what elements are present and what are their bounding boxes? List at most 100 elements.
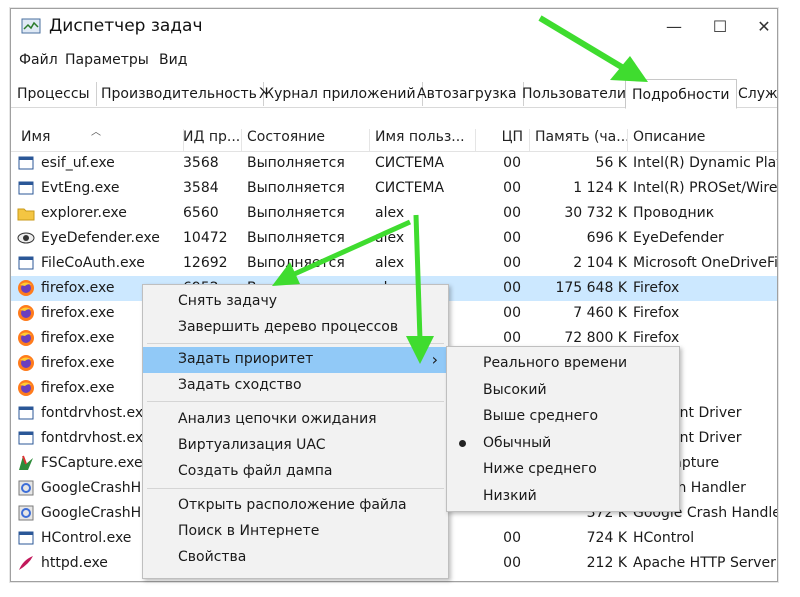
firefox-icon	[17, 379, 35, 397]
tab-processes[interactable]: Процессы	[11, 82, 97, 106]
cell-status: Выполняется	[247, 230, 345, 246]
menu-item-label: Виртуализация UAC	[178, 437, 326, 453]
table-row[interactable]: FileCoAuth.exe 12692 Выполняется alex 00 2 10…	[11, 251, 777, 276]
menu-item-label: Поиск в Интернете	[178, 523, 320, 539]
window-icon	[17, 179, 35, 197]
cell-user: alex	[375, 255, 405, 271]
menu-item-end-process-tree[interactable]: Завершить дерево процессов	[143, 315, 448, 341]
menu-item-label: Создать файл дампа	[178, 463, 333, 479]
menu-options[interactable]: Параметры	[65, 52, 149, 68]
menu-item-search-online[interactable]: Поиск в Интернете	[143, 519, 448, 545]
priority-normal[interactable]: Обычный	[447, 431, 679, 457]
minimize-button[interactable]: —	[651, 13, 697, 41]
cell-user: СИСТЕМА	[375, 180, 445, 196]
cell-name: explorer.exe	[41, 205, 127, 221]
firefox-icon	[17, 354, 35, 372]
menu-file[interactable]: Файл	[19, 52, 58, 68]
tab-services[interactable]: Службы	[732, 82, 777, 106]
eye-icon	[17, 229, 35, 247]
column-description[interactable]: Описание	[633, 129, 777, 151]
folder-icon	[17, 204, 35, 222]
feather-icon	[17, 554, 35, 572]
cell-status: Выполняется	[247, 255, 345, 271]
priority-label: Обычный	[483, 434, 552, 451]
cell-mem: 72 800 K	[564, 330, 627, 346]
cell-desc: EyeDefender	[633, 230, 724, 246]
cell-desc: Firefox	[633, 305, 680, 321]
window-icon	[17, 429, 35, 447]
menu-item-properties[interactable]: Свойства	[143, 545, 448, 571]
cell-pid: 10472	[183, 230, 228, 246]
table-row[interactable]: EvtEng.exe 3584 Выполняется СИСТЕМА 00 1 124 …	[11, 176, 777, 201]
tab-performance[interactable]: Производительность	[95, 82, 264, 106]
menu-item-analyze-wait-chain[interactable]: Анализ цепочки ожидания	[143, 407, 448, 433]
cell-cpu: 00	[503, 180, 521, 196]
priority-submenu: Реального времени Высокий Выше среднего Обы…	[446, 346, 680, 512]
menu-item-label: Завершить дерево процессов	[178, 319, 399, 335]
tab-details[interactable]: Подробности	[625, 79, 737, 109]
firefox-icon	[17, 279, 35, 297]
cell-desc: Intel(R) PROSet/Wirele	[633, 180, 777, 196]
table-row[interactable]: explorer.exe 6560 Выполняется alex 00 30 732 …	[11, 201, 777, 226]
cell-mem: 56 K	[595, 155, 627, 171]
cell-desc: HControl	[633, 530, 695, 546]
maximize-button[interactable]: ☐	[697, 13, 743, 41]
window-icon	[17, 254, 35, 272]
priority-low[interactable]: Низкий	[447, 484, 679, 510]
cell-mem: 7 460 K	[573, 305, 627, 321]
window-title: Диспетчер задач	[49, 16, 203, 36]
priority-above-normal[interactable]: Выше среднего	[447, 404, 679, 430]
menu-separator	[147, 488, 444, 489]
table-row[interactable]: esif_uf.exe 3568 Выполняется СИСТЕМА 00 56 K I…	[11, 151, 777, 176]
priority-realtime[interactable]: Реального времени	[447, 351, 679, 377]
menu-item-set-priority[interactable]: Задать приоритет ›	[143, 347, 448, 373]
column-pid[interactable]: ИД пр...	[183, 129, 242, 151]
priority-label: Выше среднего	[483, 408, 599, 424]
menu-item-uac-virtualization[interactable]: Виртуализация UAC	[143, 433, 448, 459]
firefox-icon	[17, 329, 35, 347]
table-row[interactable]: EyeDefender.exe 10472 Выполняется alex 00 696…	[11, 226, 777, 251]
cell-cpu: 00	[503, 155, 521, 171]
menu-separator	[147, 401, 444, 402]
column-name[interactable]: Имя	[11, 129, 184, 151]
priority-label: Низкий	[483, 487, 537, 504]
column-memory[interactable]: Память (ча...	[535, 129, 628, 151]
window-icon	[17, 404, 35, 422]
tab-strip: Процессы Производительность Журнал прило…	[11, 79, 777, 109]
menu-item-set-affinity[interactable]: Задать сходство	[143, 373, 448, 399]
cell-status: Выполняется	[247, 205, 345, 221]
menu-item-label: Анализ цепочки ожидания	[178, 411, 377, 427]
cell-cpu: 00	[503, 230, 521, 246]
menu-item-end-task[interactable]: Снять задачу	[143, 289, 448, 315]
tab-users[interactable]: Пользователи	[516, 82, 633, 106]
firefox-icon	[17, 304, 35, 322]
column-cpu[interactable]: ЦП	[479, 129, 530, 151]
menu-separator	[147, 343, 444, 344]
cell-user: alex	[375, 205, 405, 221]
cell-mem: 175 648 K	[555, 280, 627, 296]
priority-label: Ниже среднего	[483, 461, 597, 477]
menu-item-open-file-location[interactable]: Открыть расположение файла	[143, 493, 448, 519]
tab-app-history[interactable]: Журнал приложений	[253, 82, 423, 106]
cell-desc: Проводник	[633, 205, 715, 221]
context-menu: Снять задачу Завершить дерево процессов За…	[142, 284, 449, 579]
cell-status: Выполняется	[247, 180, 345, 196]
cell-desc: Microsoft OneDriveFil	[633, 255, 777, 271]
menu-item-create-dump-file[interactable]: Создать файл дампа	[143, 459, 448, 485]
cell-name: EyeDefender.exe	[41, 230, 160, 246]
priority-below-normal[interactable]: Ниже среднего	[447, 457, 679, 483]
column-user[interactable]: Имя польз...	[375, 129, 476, 151]
cell-mem: 30 732 K	[564, 205, 627, 221]
cell-desc: Firefox	[633, 280, 680, 296]
cell-cpu: 00	[503, 205, 521, 221]
priority-high[interactable]: Высокий	[447, 378, 679, 404]
column-status[interactable]: Состояние	[247, 129, 370, 151]
title-bar: Диспетчер задач — ☐ ✕	[11, 9, 777, 47]
google-icon	[17, 504, 35, 522]
window-icon	[17, 529, 35, 547]
cell-name: EvtEng.exe	[41, 180, 120, 196]
close-button[interactable]: ✕	[741, 13, 777, 41]
tab-startup[interactable]: Автозагрузка	[411, 82, 524, 106]
menu-view[interactable]: Вид	[159, 52, 187, 68]
task-manager-app-icon	[21, 18, 41, 34]
